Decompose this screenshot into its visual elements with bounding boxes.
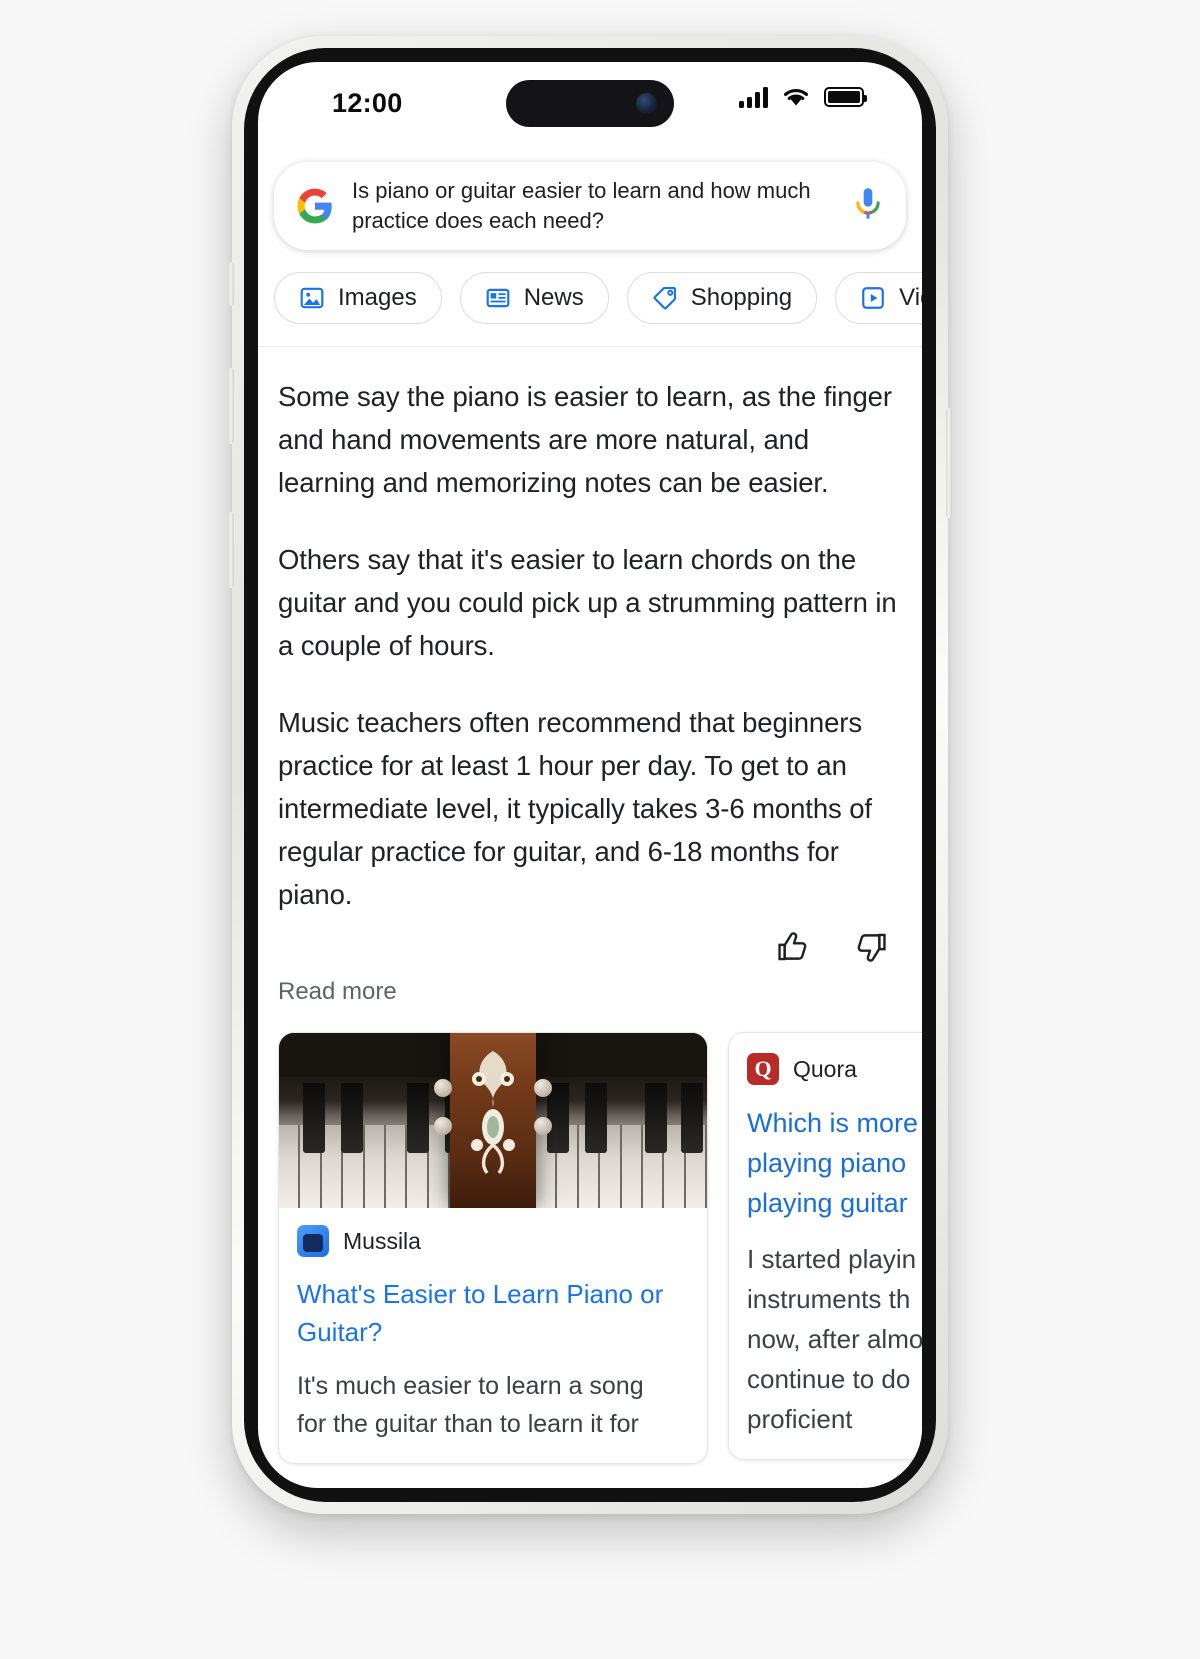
dynamic-island bbox=[506, 80, 674, 127]
front-camera-icon bbox=[636, 93, 657, 114]
card-title-line: playing piano bbox=[747, 1148, 907, 1178]
answer-paragraph: Others say that it's easier to learn cho… bbox=[278, 544, 897, 661]
phone-device-frame: 12:00 Is piano or guitar easier to learn… bbox=[232, 36, 948, 1514]
search-query-text: Is piano or guitar easier to learn and h… bbox=[352, 178, 811, 233]
source-card-quora[interactable]: Q Quora Which is more playing piano play… bbox=[728, 1032, 922, 1460]
thumbs-down-icon[interactable] bbox=[854, 930, 888, 964]
newspaper-icon bbox=[486, 288, 510, 308]
ai-answer-block: Some say the piano is easier to learn, a… bbox=[258, 347, 922, 916]
status-indicators bbox=[739, 86, 867, 108]
filter-chip-news[interactable]: News bbox=[459, 272, 609, 324]
price-tag-icon bbox=[653, 286, 676, 310]
source-cards-row: Mussila What's Easier to Learn Piano or … bbox=[258, 1006, 922, 1464]
filter-chip-label: Videos bbox=[899, 284, 922, 311]
phone-screen: 12:00 Is piano or guitar easier to learn… bbox=[258, 62, 922, 1488]
status-bar: 12:00 bbox=[258, 62, 922, 144]
wifi-icon bbox=[784, 89, 808, 106]
video-play-icon bbox=[862, 287, 884, 309]
page-root: 12:00 Is piano or guitar easier to learn… bbox=[0, 0, 1200, 1659]
feedback-row[interactable] bbox=[258, 916, 922, 964]
filter-chip-label: News bbox=[523, 284, 584, 311]
card-snippet-line: It's much easier to learn a song bbox=[297, 1372, 644, 1400]
card-snippet: I started playin instruments th now, aft… bbox=[729, 1223, 922, 1459]
silent-switch-button[interactable] bbox=[228, 262, 234, 306]
card-thumbnail-image bbox=[279, 1033, 707, 1208]
guitar-headstock-inlay-icon bbox=[471, 1051, 515, 1175]
filter-chip-label: Shopping bbox=[690, 284, 793, 311]
filter-chip-label: Images bbox=[338, 284, 417, 311]
card-source-row: Q Quora bbox=[729, 1033, 922, 1085]
volume-up-button[interactable] bbox=[228, 368, 234, 444]
quora-favicon-icon: Q bbox=[747, 1053, 779, 1085]
card-source-name: Mussila bbox=[343, 1227, 421, 1254]
search-bar-container: Is piano or guitar easier to learn and h… bbox=[258, 144, 922, 250]
thumbs-up-icon[interactable] bbox=[776, 930, 810, 964]
card-snippet-line: now, after almo bbox=[747, 1324, 922, 1354]
source-card-mussila[interactable]: Mussila What's Easier to Learn Piano or … bbox=[278, 1032, 708, 1464]
filter-chips-row[interactable]: Images News Shopping Vi bbox=[258, 250, 922, 347]
volume-down-button[interactable] bbox=[228, 512, 234, 588]
card-snippet-line: for the guitar than to learn it for bbox=[297, 1410, 639, 1438]
card-snippet: It's much easier to learn a song for the… bbox=[279, 1351, 707, 1463]
read-more-link[interactable]: Read more bbox=[258, 964, 922, 1006]
card-snippet-line: instruments th bbox=[747, 1284, 911, 1314]
answer-paragraph: Some say the piano is easier to learn, a… bbox=[278, 381, 892, 498]
card-title-line: playing guitar bbox=[747, 1188, 908, 1218]
answer-paragraph: Music teachers often recommend that begi… bbox=[278, 707, 872, 910]
filter-chip-videos[interactable]: Videos bbox=[835, 272, 922, 324]
battery-icon bbox=[824, 87, 867, 107]
card-snippet-line: proficient bbox=[747, 1404, 853, 1434]
google-logo-icon bbox=[297, 188, 332, 224]
cellular-signal-icon bbox=[739, 86, 768, 108]
card-title-link[interactable]: Which is more playing piano playing guit… bbox=[729, 1085, 922, 1223]
card-snippet-line: continue to do bbox=[747, 1364, 911, 1394]
filter-chip-images[interactable]: Images bbox=[274, 272, 442, 324]
image-icon bbox=[300, 287, 324, 309]
status-time: 12:00 bbox=[332, 88, 403, 118]
search-bar[interactable]: Is piano or guitar easier to learn and h… bbox=[274, 162, 906, 250]
card-title-line: Which is more bbox=[747, 1108, 919, 1138]
card-snippet-line: I started playin bbox=[747, 1244, 917, 1274]
card-title-link[interactable]: What's Easier to Learn Piano or Guitar? bbox=[279, 1257, 707, 1351]
mussila-favicon-icon bbox=[297, 1225, 329, 1257]
power-button[interactable] bbox=[946, 408, 952, 518]
filter-chip-shopping[interactable]: Shopping bbox=[626, 272, 818, 324]
microphone-icon[interactable] bbox=[852, 187, 884, 225]
card-source-row: Mussila bbox=[279, 1208, 707, 1257]
card-source-name: Quora bbox=[793, 1055, 857, 1082]
